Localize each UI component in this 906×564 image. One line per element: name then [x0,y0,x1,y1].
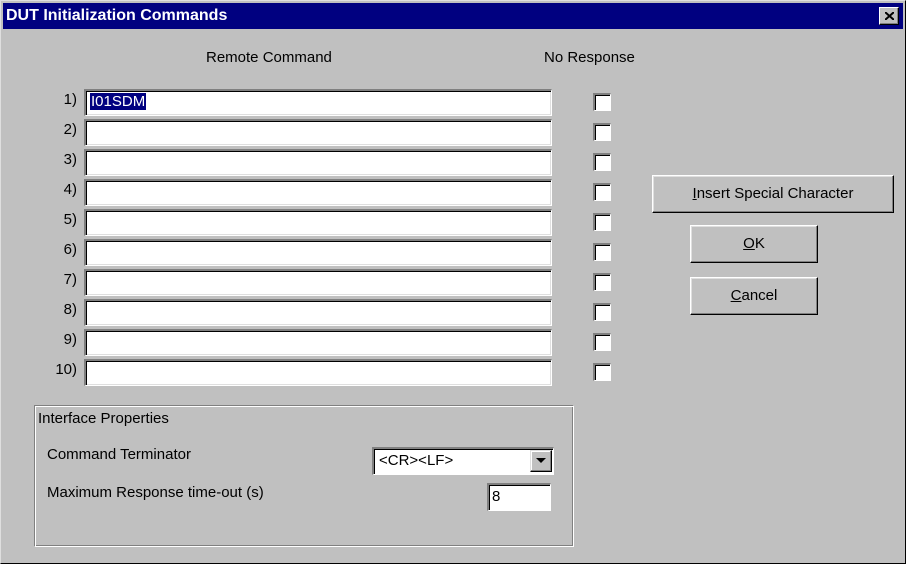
no-response-checkbox-8[interactable] [593,303,611,321]
no-response-checkbox-10[interactable] [593,363,611,381]
row-number: 3) [63,151,77,168]
timeout-label: Maximum Response time-out (s) [47,484,264,501]
command-input-4[interactable] [84,179,552,206]
dropdown-button[interactable] [530,450,552,472]
title-bar[interactable]: DUT Initialization Commands [3,3,903,29]
timeout-input[interactable]: 8 [487,483,551,511]
dialog-window: DUT Initialization Commands Remote Comma… [0,0,906,564]
command-input-9[interactable] [84,329,552,356]
command-terminator-select[interactable]: <CR><LF> [372,447,554,475]
command-terminator-value: <CR><LF> [379,452,454,469]
row-number: 7) [63,271,77,288]
interface-properties-label: Interface Properties [38,410,169,427]
command-input-6[interactable] [84,239,552,266]
no-response-checkbox-4[interactable] [593,183,611,201]
ok-button[interactable]: OK [690,225,818,263]
command-input-5[interactable] [84,209,552,236]
row-number: 2) [63,121,77,138]
no-response-checkbox-1[interactable] [593,93,611,111]
close-icon [885,12,894,20]
no-response-checkbox-9[interactable] [593,333,611,351]
no-response-header: No Response [544,49,635,66]
close-button[interactable] [879,7,899,25]
command-input-2[interactable] [84,119,552,146]
chevron-down-icon [536,458,546,463]
insert-special-character-button[interactable]: Insert Special Character [652,175,894,213]
row-number: 1) [63,91,77,108]
command-input-10[interactable] [84,359,552,386]
no-response-checkbox-6[interactable] [593,243,611,261]
no-response-checkbox-5[interactable] [593,213,611,231]
command-input-3[interactable] [84,149,552,176]
command-input-1[interactable]: I01SDM [84,89,552,116]
row-number: 9) [63,331,77,348]
row-number: 4) [63,181,77,198]
command-input-8[interactable] [84,299,552,326]
no-response-checkbox-3[interactable] [593,153,611,171]
remote-command-header: Remote Command [206,49,332,66]
no-response-checkbox-2[interactable] [593,123,611,141]
no-response-checkbox-7[interactable] [593,273,611,291]
command-input-value: I01SDM [90,93,147,110]
row-number: 8) [63,301,77,318]
row-number: 5) [63,211,77,228]
cancel-button[interactable]: Cancel [690,277,818,315]
command-input-7[interactable] [84,269,552,296]
row-number: 6) [63,241,77,258]
command-terminator-label: Command Terminator [47,446,191,463]
row-number: 10) [55,361,77,378]
window-title: DUT Initialization Commands [6,7,228,24]
